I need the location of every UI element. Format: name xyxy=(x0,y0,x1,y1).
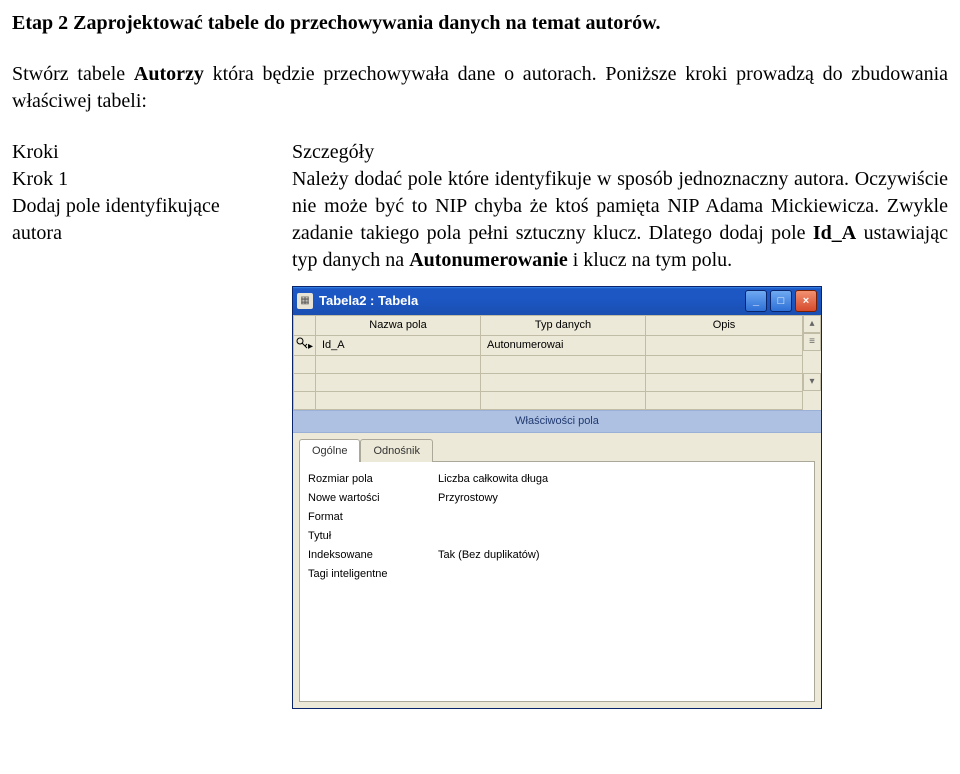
property-row[interactable]: Format xyxy=(308,508,806,527)
table-row[interactable] xyxy=(294,373,803,391)
table-row[interactable] xyxy=(294,391,803,409)
property-list: Rozmiar pola Liczba całkowita długa Nowe… xyxy=(308,470,806,693)
property-value[interactable] xyxy=(438,567,806,582)
grid-header-type: Typ danych xyxy=(481,316,646,336)
property-value[interactable]: Przyrostowy xyxy=(438,491,806,506)
scroll-up-button[interactable]: ▴ xyxy=(803,315,821,333)
property-value[interactable] xyxy=(438,529,806,544)
intro-paragraph: Stwórz tabele Autorzy która będzie przec… xyxy=(12,61,948,115)
property-row[interactable]: Indeksowane Tak (Bez duplikatów) xyxy=(308,546,806,565)
table-icon: ▦ xyxy=(297,293,313,309)
steps-left-header: Kroki xyxy=(12,139,232,166)
row-selector[interactable]: ▸ xyxy=(294,335,316,355)
property-label: Nowe wartości xyxy=(308,491,438,506)
field-name-cell[interactable] xyxy=(316,355,481,373)
property-value[interactable]: Liczba całkowita długa xyxy=(438,472,806,487)
property-row[interactable]: Rozmiar pola Liczba całkowita długa xyxy=(308,470,806,489)
property-blank-area xyxy=(308,583,806,693)
window-buttons: _ □ × xyxy=(745,290,817,312)
step-title: Dodaj pole identyfikujące autora xyxy=(12,193,232,247)
field-type-cell[interactable] xyxy=(481,391,646,409)
table-row[interactable]: ▸ Id_A Autonumerowai xyxy=(294,335,803,355)
property-sheet: Rozmiar pola Liczba całkowita długa Nowe… xyxy=(299,461,815,702)
field-name-cell[interactable]: Id_A xyxy=(316,335,481,355)
property-row[interactable]: Tagi inteligentne xyxy=(308,565,806,584)
field-desc-cell[interactable] xyxy=(646,335,803,355)
property-value[interactable] xyxy=(438,510,806,525)
steps-table: Kroki Krok 1 Dodaj pole identyfikujące a… xyxy=(12,139,948,709)
intro-bold: Autorzy xyxy=(134,63,204,85)
access-table-window: ▦ Tabela2 : Tabela _ □ × Nazwa pola xyxy=(292,286,822,709)
field-desc-cell[interactable] xyxy=(646,391,803,409)
steps-right-column: Szczegóły Należy dodać pole które identy… xyxy=(292,139,948,709)
scroll-thumb[interactable]: ≡ xyxy=(803,333,821,351)
field-type-cell[interactable] xyxy=(481,373,646,391)
row-selector[interactable] xyxy=(294,373,316,391)
property-tabs: Ogólne Odnośnik xyxy=(299,439,815,463)
document-body: Etap 2 Zaprojektować tabele do przechowy… xyxy=(0,0,960,729)
primary-key-icon xyxy=(296,337,308,349)
intro-pre: Stwórz tabele xyxy=(12,63,134,85)
tab-general[interactable]: Ogólne xyxy=(299,439,360,463)
maximize-button[interactable]: □ xyxy=(770,290,792,312)
step-detail-bold-2: Autonumerowanie xyxy=(409,249,568,271)
field-type-cell[interactable]: Autonumerowai xyxy=(481,335,646,355)
field-properties-header: Właściwości pola xyxy=(293,410,821,433)
step-number: Krok 1 xyxy=(12,166,232,193)
property-label: Tytuł xyxy=(308,529,438,544)
grid-header-desc: Opis xyxy=(646,316,803,336)
property-label: Tagi inteligentne xyxy=(308,567,438,582)
field-type-cell[interactable] xyxy=(481,355,646,373)
property-row[interactable]: Nowe wartości Przyrostowy xyxy=(308,489,806,508)
tab-lookup[interactable]: Odnośnik xyxy=(360,439,432,463)
grid-header-name: Nazwa pola xyxy=(316,316,481,336)
scroll-down-button[interactable]: ▾ xyxy=(803,373,821,391)
row-selector[interactable] xyxy=(294,391,316,409)
minimize-button[interactable]: _ xyxy=(745,290,767,312)
window-title: Tabela2 : Tabela xyxy=(319,292,745,310)
steps-left-column: Kroki Krok 1 Dodaj pole identyfikujące a… xyxy=(12,139,232,709)
field-desc-cell[interactable] xyxy=(646,373,803,391)
table-row[interactable] xyxy=(294,355,803,373)
steps-right-header: Szczegóły xyxy=(292,139,948,166)
field-properties-body: Ogólne Odnośnik Rozmiar pola Liczba całk… xyxy=(293,433,821,709)
current-row-arrow-icon: ▸ xyxy=(308,340,313,354)
step-detail: Należy dodać pole które identyfikuje w s… xyxy=(292,166,948,274)
field-grid-container: Nazwa pola Typ danych Opis xyxy=(293,315,821,410)
property-value[interactable]: Tak (Bez duplikatów) xyxy=(438,548,806,563)
scroll-track[interactable] xyxy=(803,351,821,373)
property-label: Indeksowane xyxy=(308,548,438,563)
property-row[interactable]: Tytuł xyxy=(308,527,806,546)
field-grid[interactable]: Nazwa pola Typ danych Opis xyxy=(293,315,803,410)
property-label: Format xyxy=(308,510,438,525)
grid-header-row: Nazwa pola Typ danych Opis xyxy=(294,316,803,336)
field-name-cell[interactable] xyxy=(316,373,481,391)
close-button[interactable]: × xyxy=(795,290,817,312)
step-detail-bold-1: Id_A xyxy=(813,222,856,244)
property-label: Rozmiar pola xyxy=(308,472,438,487)
row-selector[interactable] xyxy=(294,355,316,373)
section-heading: Etap 2 Zaprojektować tabele do przechowy… xyxy=(12,10,948,37)
field-desc-cell[interactable] xyxy=(646,355,803,373)
window-titlebar[interactable]: ▦ Tabela2 : Tabela _ □ × xyxy=(293,287,821,315)
vertical-scrollbar[interactable]: ▴ ≡ ▾ xyxy=(803,315,821,410)
field-name-cell[interactable] xyxy=(316,391,481,409)
step-detail-text-3: i klucz na tym polu. xyxy=(568,249,732,271)
grid-header-rowselector xyxy=(294,316,316,336)
